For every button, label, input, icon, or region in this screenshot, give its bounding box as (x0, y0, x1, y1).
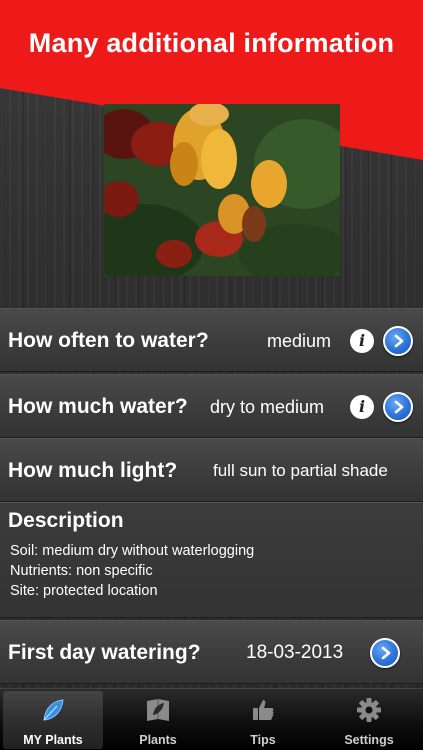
info-icon[interactable]: i (350, 395, 374, 419)
chevron-right-icon[interactable] (370, 638, 400, 668)
tab-plants-label: Plants (139, 733, 177, 747)
watering-frequency-row[interactable]: How often to water? medium i (0, 308, 423, 372)
first-watering-label: First day watering? (8, 641, 201, 664)
tab-tips-label: Tips (250, 733, 276, 747)
tab-bar: MY Plants Plants Tips Settings (0, 688, 423, 750)
tab-my-plants[interactable]: MY Plants (3, 691, 103, 749)
light-amount-value: full sun to partial shade (213, 461, 388, 480)
watering-frequency-value: medium (267, 331, 332, 351)
thumbs-up-icon (253, 700, 274, 720)
water-amount-value: dry to medium (210, 397, 325, 417)
tab-settings[interactable]: Settings (319, 691, 419, 749)
description-nutrients: Nutrients: non specific (10, 563, 153, 579)
watering-frequency-label: How often to water? (8, 329, 209, 352)
leaf-icon (43, 699, 64, 721)
first-watering-row[interactable]: First day watering? 18-03-2013 (0, 620, 423, 684)
water-amount-label: How much water? (8, 395, 188, 418)
description-site: Site: protected location (10, 583, 158, 599)
book-leaf-icon (147, 699, 169, 721)
gear-icon (357, 698, 381, 722)
description-section: Description Soil: medium dry without wat… (0, 502, 423, 618)
first-watering-date: 18-03-2013 (246, 642, 344, 663)
tab-plants[interactable]: Plants (108, 691, 208, 749)
plant-photo (104, 104, 340, 276)
water-amount-row[interactable]: How much water? dry to medium i (0, 374, 423, 438)
light-amount-row: How much light? full sun to partial shad… (0, 438, 423, 502)
description-title: Description (8, 509, 124, 532)
chevron-right-icon[interactable] (383, 392, 413, 422)
info-icon[interactable]: i (350, 329, 374, 353)
light-amount-label: How much light? (8, 459, 178, 482)
chevron-right-icon[interactable] (383, 326, 413, 356)
description-soil: Soil: medium dry without waterlogging (10, 543, 255, 559)
tab-settings-label: Settings (344, 733, 394, 747)
tab-my-plants-label: MY Plants (23, 733, 83, 747)
tab-tips[interactable]: Tips (213, 691, 313, 749)
banner-title: Many additional information (28, 28, 395, 58)
